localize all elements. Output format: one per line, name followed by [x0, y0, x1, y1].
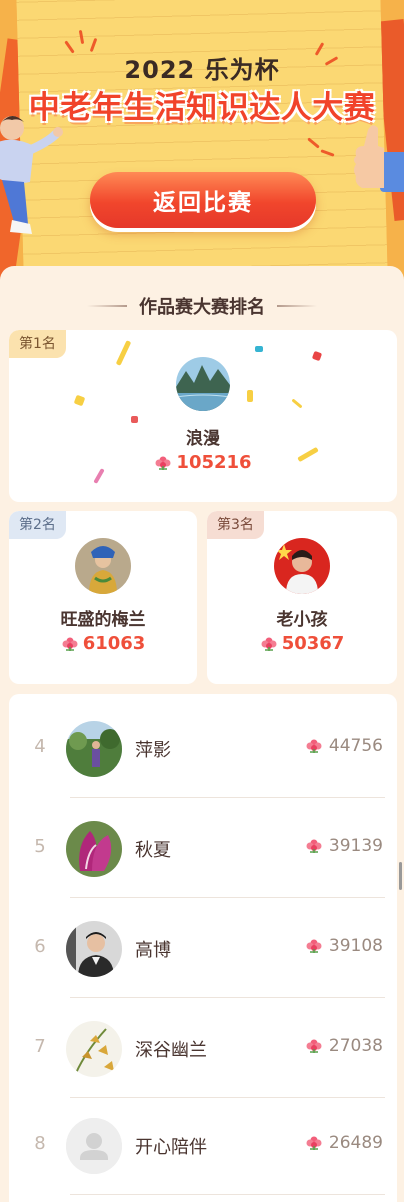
- ranking-score-value: 26489: [328, 1133, 383, 1153]
- confetti-decoration: [291, 398, 303, 409]
- flower-icon: [306, 739, 322, 753]
- flower-icon: [62, 637, 78, 651]
- scrollbar[interactable]: [399, 862, 402, 890]
- ranking-avatar: [66, 1118, 122, 1174]
- header-divider: [87, 305, 127, 307]
- winner-avatar: [176, 357, 230, 411]
- flower-icon: [306, 939, 322, 953]
- ranking-score-value: 27038: [328, 1036, 383, 1056]
- section-header: 作品赛大赛排名: [0, 293, 404, 319]
- default-avatar-icon: [66, 1118, 122, 1174]
- confetti-decoration: [73, 394, 86, 407]
- ranking-score: 39108: [305, 936, 383, 956]
- contest-year-title: 2022 乐为杯: [124, 56, 280, 84]
- third-place-score: 50367: [207, 633, 397, 654]
- ranking-score: 26489: [305, 1133, 383, 1153]
- ranking-score-value: 39108: [328, 936, 383, 956]
- ranking-score: 39139: [305, 836, 383, 856]
- back-to-contest-button[interactable]: 返回比赛: [90, 172, 316, 228]
- flower-icon: [261, 637, 277, 651]
- flower-photo-icon: [66, 821, 122, 877]
- ranking-avatar: [66, 821, 122, 877]
- third-place-avatar: [274, 538, 330, 594]
- ranking-name: 开心陪伴: [135, 1137, 207, 1158]
- third-place-name: 老小孩: [276, 610, 328, 630]
- rank-number: 7: [34, 1036, 46, 1057]
- person-photo-icon: [75, 538, 131, 594]
- ranking-avatar: [66, 721, 122, 777]
- landscape-photo-icon: [176, 357, 230, 411]
- first-place-card[interactable]: 第1名 浪漫 105216: [9, 330, 397, 502]
- second-place-score: 61063: [9, 633, 197, 654]
- flower-icon: [306, 1136, 322, 1150]
- orchid-photo-icon: [66, 1021, 122, 1077]
- rank-badge-2: 第2名: [9, 511, 66, 539]
- ranking-name: 萍影: [135, 740, 171, 761]
- third-place-card[interactable]: 第3名 老小孩 50367: [207, 511, 397, 684]
- banner-paper: [16, 0, 388, 290]
- person-photo-icon: [66, 721, 122, 777]
- ranking-name: 高博: [135, 940, 171, 961]
- second-place-card[interactable]: 第2名 旺盛的梅兰 61063: [9, 511, 197, 684]
- flower-icon: [155, 456, 171, 470]
- rank-number: 5: [34, 836, 46, 857]
- confetti-decoration: [115, 340, 132, 366]
- rank-number: 8: [34, 1133, 46, 1154]
- person-photo-icon: [66, 921, 122, 977]
- person-photo-icon: [274, 538, 330, 594]
- ranking-score-value: 39139: [328, 836, 383, 856]
- flower-icon: [306, 839, 322, 853]
- ranking-row[interactable]: 4 萍影 44756: [9, 698, 397, 798]
- ranking-row[interactable]: 6 高博 39108: [9, 898, 397, 998]
- ranking-row[interactable]: 7 深谷幽兰 27038: [9, 998, 397, 1098]
- row-divider: [70, 1194, 385, 1195]
- second-place-name: 旺盛的梅兰: [60, 610, 146, 630]
- ranking-avatar: [66, 1021, 122, 1077]
- rank-badge-1: 第1名: [9, 330, 66, 358]
- winner-score: 105216: [9, 452, 397, 473]
- third-place-score-value: 50367: [281, 633, 345, 654]
- contest-banner: 2022 乐为杯 中老年生活知识达人大赛 返回比赛: [0, 0, 404, 290]
- rank-badge-3: 第3名: [207, 511, 264, 539]
- second-place-score-value: 61063: [82, 633, 146, 654]
- ranking-score: 44756: [305, 736, 383, 756]
- ranking-avatar: [66, 921, 122, 977]
- ranking-name: 深谷幽兰: [135, 1040, 207, 1061]
- confetti-decoration: [311, 350, 323, 362]
- ranking-score: 27038: [305, 1036, 383, 1056]
- rank-number: 4: [34, 736, 46, 757]
- ranking-row[interactable]: 8 开心陪伴 26489: [9, 1095, 397, 1195]
- section-title: 作品赛大赛排名: [139, 297, 265, 318]
- ranking-score-value: 44756: [328, 736, 383, 756]
- winner-score-value: 105216: [176, 452, 252, 473]
- ranking-row[interactable]: 5 秋夏 39139: [9, 798, 397, 898]
- thumbs-up-icon: [354, 125, 404, 192]
- second-place-avatar: [75, 538, 131, 594]
- ranking-name: 秋夏: [135, 840, 171, 861]
- flower-icon: [306, 1039, 322, 1053]
- confetti-decoration: [131, 416, 138, 423]
- header-divider: [277, 305, 317, 307]
- rank-number: 6: [34, 936, 46, 957]
- winner-name: 浪漫: [186, 429, 220, 449]
- confetti-decoration: [247, 390, 253, 402]
- cartoon-figure-left-icon: [0, 116, 63, 234]
- confetti-decoration: [255, 346, 263, 352]
